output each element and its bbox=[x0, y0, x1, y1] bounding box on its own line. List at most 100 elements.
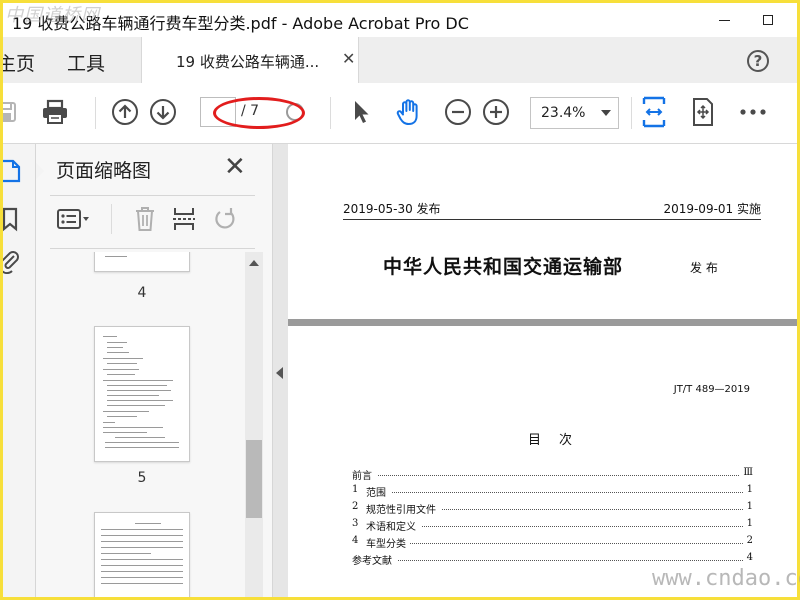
insert-page-icon[interactable] bbox=[167, 204, 201, 234]
toolbar-separator bbox=[330, 97, 331, 129]
page-thumbnail[interactable] bbox=[94, 252, 190, 272]
next-page-icon[interactable] bbox=[148, 97, 178, 127]
toc-leader bbox=[392, 492, 745, 493]
minimize-button[interactable] bbox=[701, 3, 747, 37]
save-icon[interactable] bbox=[3, 97, 21, 127]
page-info-icon bbox=[280, 97, 310, 127]
scroll-up-icon[interactable] bbox=[249, 260, 259, 266]
thumbnail-text-line bbox=[101, 535, 183, 536]
thumbnail-text-line bbox=[107, 405, 165, 406]
zoom-in-icon[interactable] bbox=[481, 97, 511, 127]
thumbnail-text-line bbox=[103, 422, 115, 423]
zoom-out-icon[interactable] bbox=[443, 97, 473, 127]
zoom-dropdown[interactable]: 23.4% bbox=[530, 97, 619, 129]
close-tab-icon[interactable]: ✕ bbox=[342, 49, 355, 68]
tab-home[interactable]: 主页 bbox=[3, 49, 35, 76]
panel-divider bbox=[50, 248, 255, 249]
toc-label: 前言 bbox=[352, 467, 375, 482]
thumbnail-list: 4 5 bbox=[36, 252, 243, 597]
toc-label: 规范性引用文件 bbox=[366, 501, 439, 516]
zoom-value: 23.4% bbox=[541, 105, 586, 121]
app-window: 19 收费公路车辆通行费车型分类.pdf - Adobe Acrobat Pro… bbox=[3, 3, 797, 597]
toc-row[interactable]: 1 范围 1 bbox=[352, 484, 753, 499]
thumbnail-text-line bbox=[107, 352, 129, 353]
page-thumbnails-panel: 页面缩略图 ✕ 4 5 bbox=[36, 144, 273, 597]
toc-row[interactable]: 前言 Ⅲ bbox=[352, 467, 753, 482]
more-icon[interactable] bbox=[738, 97, 768, 127]
toc-row[interactable]: 参考文献 4 bbox=[352, 552, 753, 567]
thumbnail-text-line bbox=[107, 363, 137, 364]
close-panel-icon[interactable]: ✕ bbox=[224, 154, 246, 180]
toc-label: 术语和定义 bbox=[366, 518, 419, 533]
thumbnail-page-label: 5 bbox=[137, 470, 147, 486]
panel-divider bbox=[50, 195, 255, 196]
toc-row[interactable]: 3 术语和定义 1 bbox=[352, 518, 753, 533]
print-icon[interactable] bbox=[40, 97, 70, 127]
bookmarks-icon[interactable] bbox=[3, 206, 23, 232]
toc-number: 3 bbox=[352, 518, 359, 529]
thumbnail-text-line bbox=[107, 347, 123, 348]
main-toolbar: / 7 23.4% bbox=[3, 83, 797, 144]
thumbnail-options-icon[interactable] bbox=[56, 204, 90, 234]
thumbnail-text-line bbox=[101, 559, 183, 560]
toc-row[interactable]: 2 规范性引用文件 1 bbox=[352, 501, 753, 516]
thumbnail-text-line bbox=[101, 565, 183, 566]
issuer-name: 中华人民共和国交通运输部 bbox=[383, 256, 624, 278]
fit-page-icon[interactable] bbox=[688, 97, 718, 127]
panel-pointer bbox=[36, 162, 44, 180]
page-number-input[interactable] bbox=[200, 97, 236, 127]
thumbnail-text-line bbox=[103, 427, 163, 428]
rotate-page-icon[interactable] bbox=[208, 204, 242, 234]
thumbnail-text-line bbox=[103, 411, 149, 412]
document-view[interactable]: 2019-05-30 发布 2019-09-01 实施 中华人民共和国交通运输部… bbox=[273, 144, 797, 597]
page-thumbnails-icon[interactable] bbox=[3, 158, 23, 184]
hand-tool-icon[interactable] bbox=[394, 97, 424, 127]
tab-tools[interactable]: 工具 bbox=[67, 49, 105, 76]
publish-label: 发 布 bbox=[690, 261, 718, 275]
collapse-panel-icon[interactable] bbox=[276, 367, 283, 379]
toc-page: 1 bbox=[743, 501, 753, 512]
toc-leader bbox=[398, 560, 745, 561]
select-arrow-icon[interactable] bbox=[346, 97, 376, 127]
thumbnail-text-line bbox=[105, 256, 127, 257]
toc-page: 2 bbox=[743, 535, 753, 546]
page-total: / 7 bbox=[241, 103, 260, 119]
thumbnail-text-line bbox=[103, 432, 147, 433]
thumbnail-text-line bbox=[101, 547, 183, 548]
thumbnail-text-line bbox=[107, 342, 127, 343]
thumbnail-text-line bbox=[101, 577, 183, 578]
scroll-thumb[interactable] bbox=[246, 440, 262, 518]
thumbnail-text-line bbox=[101, 583, 183, 584]
thumbnail-text-line bbox=[107, 395, 159, 396]
thumbnail-text-line bbox=[105, 447, 179, 448]
toc-leader bbox=[410, 543, 745, 544]
page-gap bbox=[288, 319, 797, 326]
toc-page: 1 bbox=[743, 484, 753, 495]
thumbnail-text-line bbox=[101, 571, 183, 572]
toc-page: 4 bbox=[743, 552, 753, 563]
thumbnail-scrollbar[interactable] bbox=[245, 252, 263, 597]
page-thumbnail[interactable] bbox=[94, 326, 190, 462]
thumbnail-text-line bbox=[103, 336, 117, 337]
fit-width-icon[interactable] bbox=[639, 96, 669, 128]
panel-separator bbox=[111, 204, 112, 234]
help-icon[interactable]: ? bbox=[747, 50, 769, 72]
page-thumbnail[interactable] bbox=[94, 512, 190, 597]
toc-number: 4 bbox=[352, 535, 359, 546]
maximize-button[interactable] bbox=[745, 3, 791, 37]
toc-label: 车型分类 bbox=[366, 535, 409, 550]
minimize-icon bbox=[718, 19, 730, 21]
attachments-icon[interactable] bbox=[3, 248, 23, 275]
window-title: 19 收费公路车辆通行费车型分类.pdf - Adobe Acrobat Pro… bbox=[12, 14, 469, 33]
toc-label: 参考文献 bbox=[352, 552, 395, 567]
maximize-icon bbox=[763, 15, 773, 25]
thumbnail-text-line bbox=[101, 553, 151, 554]
thumbnail-text-line bbox=[107, 374, 135, 375]
toc-row[interactable]: 4 车型分类 2 bbox=[352, 535, 753, 550]
thumbnail-text-line bbox=[107, 385, 167, 386]
tab-document[interactable]: 19 收费公路车辆通... ✕ bbox=[141, 37, 359, 84]
thumbnail-text-line bbox=[103, 380, 173, 381]
release-date: 2019-05-30 发布 bbox=[343, 202, 441, 216]
prev-page-icon[interactable] bbox=[110, 97, 140, 127]
delete-page-icon[interactable] bbox=[128, 204, 162, 234]
